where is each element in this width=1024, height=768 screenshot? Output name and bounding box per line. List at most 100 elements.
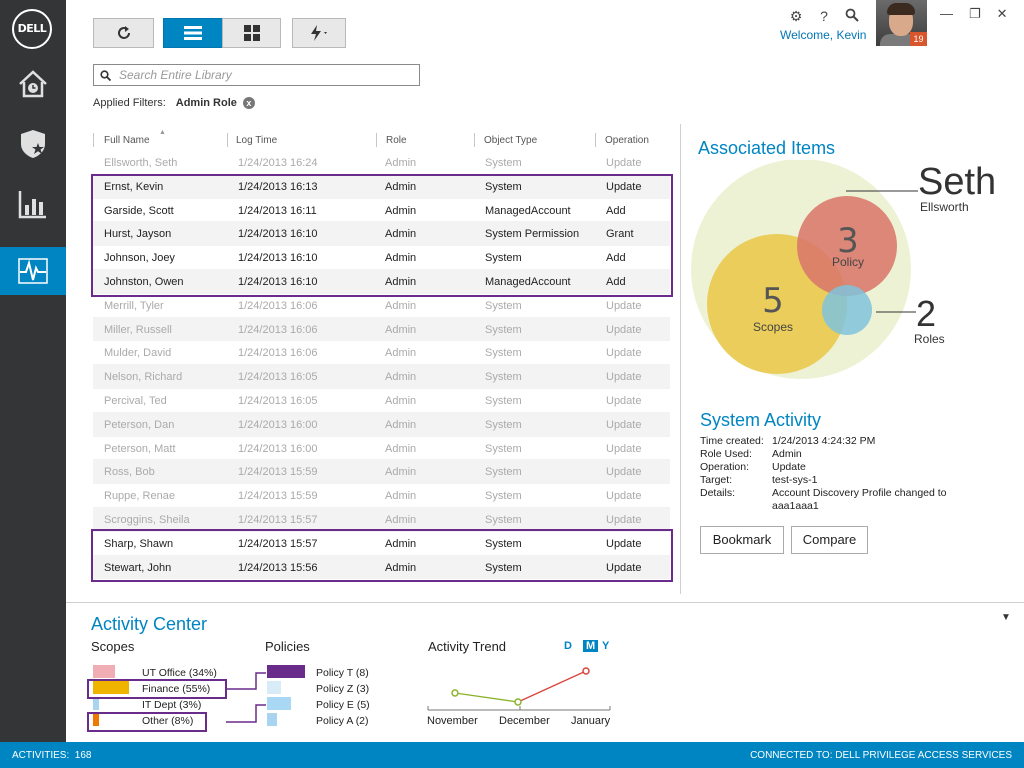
- dell-logo: DELL: [12, 9, 52, 49]
- nav-reports-button[interactable]: [0, 180, 66, 228]
- activity-center-title: Activity Center: [91, 614, 208, 634]
- cell-name: Mulder, David: [104, 347, 172, 360]
- detail-value: aaa1aaa1: [772, 500, 819, 512]
- cell-name: Ellsworth, Seth: [104, 157, 178, 169]
- compare-button[interactable]: Compare: [791, 526, 868, 554]
- refresh-icon: [117, 26, 130, 39]
- list-view-button[interactable]: [163, 18, 223, 48]
- col-operation[interactable]: Operation: [605, 135, 649, 146]
- period-y-button[interactable]: Y: [602, 640, 609, 652]
- status-bar: ACTIVITIES: 168 CONNECTED TO: DELL PRIVI…: [0, 742, 1024, 768]
- cell-type: System: [485, 466, 522, 479]
- col-object-type[interactable]: Object Type: [484, 135, 537, 146]
- cell-type: System: [485, 442, 522, 455]
- detail-row: Details: Account Discovery Profile change…: [700, 487, 982, 500]
- table-row[interactable]: Peterson, Matt 1/24/2013 16:00 Admin System…: [93, 437, 670, 461]
- cell-time: 1/24/2013 16:05: [238, 394, 318, 407]
- policy-label[interactable]: Policy A (2): [316, 715, 369, 727]
- close-icon[interactable]: ✕: [997, 6, 1008, 22]
- nav-security-button[interactable]: [0, 120, 66, 168]
- applied-filters-label: Applied Filters:: [93, 97, 166, 109]
- grid-view-button[interactable]: [222, 18, 281, 48]
- policies-heading: Policies: [265, 639, 310, 654]
- detail-value: 1/24/2013 4:24:32 PM: [772, 435, 876, 447]
- minimize-icon[interactable]: —: [940, 6, 953, 22]
- left-nav-rail: DELL: [0, 0, 66, 742]
- col-full-name[interactable]: Full Name: [104, 135, 150, 146]
- welcome-text[interactable]: Welcome, Kevin: [780, 28, 866, 42]
- trend-point-november: [451, 689, 459, 697]
- connection-status: CONNECTED TO: DELL PRIVILEGE ACCESS SERV…: [750, 750, 1012, 761]
- detail-row: Target: test-sys-1: [700, 474, 982, 487]
- period-d-button[interactable]: D: [564, 640, 572, 652]
- cell-time: 1/24/2013 16:00: [238, 418, 318, 431]
- search-box[interactable]: [93, 64, 420, 86]
- roles-label: Roles: [914, 332, 945, 346]
- cell-type: System: [485, 323, 522, 336]
- cell-role: Admin: [385, 394, 417, 407]
- roles-circle[interactable]: [822, 285, 872, 335]
- policy-label[interactable]: Policy E (5): [316, 699, 370, 711]
- activity-trend-chart: [427, 667, 611, 711]
- trend-point-january: [582, 667, 590, 675]
- cell-name: Peterson, Dan: [104, 418, 175, 431]
- bookmark-button[interactable]: Bookmark: [700, 526, 784, 554]
- scopes-count: 5: [762, 281, 784, 321]
- detail-value: Admin: [772, 448, 802, 460]
- cell-type: System: [485, 490, 522, 503]
- table-row[interactable]: Peterson, Dan 1/24/2013 16:00 Admin System U…: [93, 412, 670, 437]
- refresh-button[interactable]: [93, 18, 154, 48]
- cell-name: Scroggins, Sheila: [104, 513, 190, 526]
- nav-home-button[interactable]: [0, 60, 66, 108]
- actions-dropdown-button[interactable]: [292, 18, 346, 48]
- detail-row: Operation: Update: [700, 461, 982, 474]
- scope-label[interactable]: UT Office (34%): [142, 667, 217, 679]
- table-row[interactable]: Percival, Ted 1/24/2013 16:05 Admin System U…: [93, 389, 670, 413]
- detail-row: Role Used: Admin: [700, 448, 982, 461]
- cell-type: System: [485, 418, 522, 431]
- table-row[interactable]: Nelson, Richard 1/24/2013 16:05 Admin Syste…: [93, 365, 670, 389]
- policy-swatch[interactable]: [267, 665, 305, 678]
- table-row[interactable]: Ruppe, Renae 1/24/2013 15:59 Admin System Up…: [93, 484, 670, 508]
- cell-name: Miller, Russell: [104, 323, 172, 336]
- cell-op: Update: [606, 323, 642, 336]
- table-row[interactable]: Merrill, Tyler 1/24/2013 16:06 Admin System…: [93, 294, 670, 318]
- detail-key: [700, 500, 772, 513]
- search-input[interactable]: [119, 68, 409, 82]
- policy-label: Policy: [832, 255, 864, 269]
- table-row[interactable]: Mulder, David 1/24/2013 16:06 Admin System U…: [93, 341, 670, 366]
- col-role[interactable]: Role: [386, 135, 407, 146]
- cell-op: Update: [606, 490, 642, 503]
- system-activity-details: Time created: 1/24/2013 4:24:32 PM Role Us…: [700, 435, 982, 513]
- zoom-search-icon[interactable]: [844, 8, 860, 24]
- col-log-time[interactable]: Log Time: [236, 135, 277, 146]
- cell-role: Admin: [385, 157, 417, 169]
- roles-count: 2: [916, 293, 937, 334]
- cell-name: Peterson, Matt: [104, 442, 176, 455]
- table-row[interactable]: Ross, Bob 1/24/2013 15:59 Admin System Updat…: [93, 460, 670, 485]
- policy-label[interactable]: Policy Z (3): [316, 683, 369, 695]
- person-last-name: Ellsworth: [920, 200, 969, 214]
- activities-label: ACTIVITIES:: [12, 750, 70, 761]
- table-row[interactable]: Ellsworth, Seth 1/24/2013 16:24 Admin Syste…: [93, 151, 670, 175]
- remove-filter-icon[interactable]: x: [242, 97, 255, 109]
- help-icon[interactable]: ?: [816, 8, 832, 24]
- scope-label[interactable]: IT Dept (3%): [142, 699, 201, 711]
- avatar[interactable]: 19: [876, 0, 927, 46]
- period-m-button[interactable]: M: [583, 640, 599, 652]
- notification-badge[interactable]: 19: [910, 32, 927, 46]
- policy-swatch[interactable]: [267, 713, 277, 726]
- filter-chip: Admin Role: [175, 97, 237, 109]
- cell-role: Admin: [385, 371, 417, 384]
- collapse-icon[interactable]: ▼: [1001, 612, 1011, 623]
- home-clock-icon: [19, 70, 47, 98]
- scope-swatch[interactable]: [93, 665, 115, 678]
- restore-icon[interactable]: ❐: [969, 6, 981, 22]
- nav-activity-button[interactable]: [0, 247, 66, 295]
- person-first-name: Seth: [918, 161, 997, 203]
- policy-swatch[interactable]: [267, 681, 281, 694]
- table-row[interactable]: Miller, Russell 1/24/2013 16:06 Admin Syste…: [93, 317, 670, 342]
- policy-label[interactable]: Policy T (8): [316, 667, 369, 679]
- gear-icon[interactable]: ⚙: [788, 8, 804, 24]
- policy-swatch[interactable]: [267, 697, 291, 710]
